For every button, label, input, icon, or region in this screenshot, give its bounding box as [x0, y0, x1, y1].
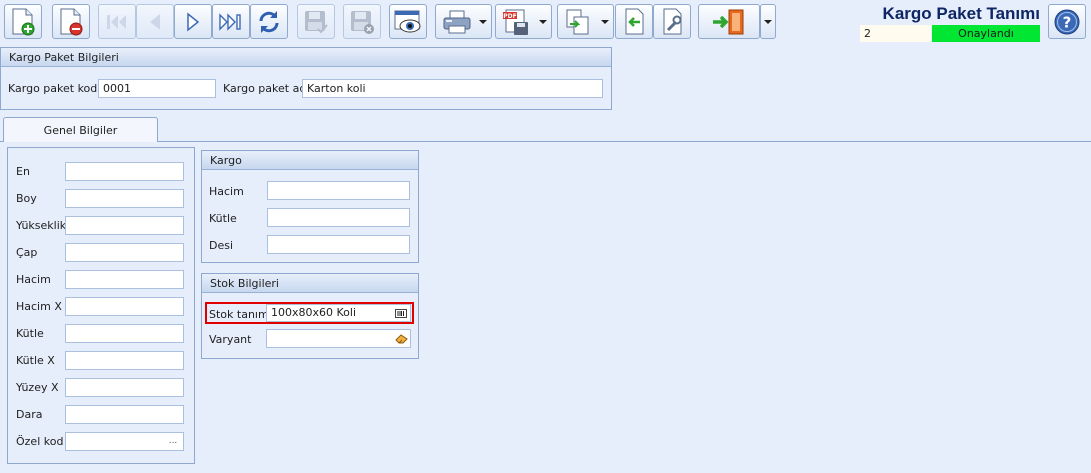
- dimension-label: Hacim: [16, 273, 51, 286]
- previous-record-button[interactable]: [136, 4, 174, 39]
- cargo-desi-label: Desi: [209, 239, 234, 252]
- cargo-group: Kargo Hacim Kütle Desi: [201, 150, 419, 263]
- dimension-label: En: [16, 165, 30, 178]
- volume-x-input[interactable]: [65, 297, 184, 316]
- previous-record-icon: [150, 13, 160, 30]
- header-block: Kargo Paket Tanımı 2 Onaylandı: [860, 4, 1040, 42]
- chevron-down-icon: [764, 20, 772, 24]
- tools-button[interactable]: [653, 4, 691, 39]
- stock-definition-label: Stok tanımı: [209, 308, 272, 321]
- copy-documents-icon: [566, 9, 589, 34]
- dimension-label: Kütle: [16, 327, 44, 340]
- refresh-icon: [259, 10, 279, 33]
- surface-x-input[interactable]: [65, 378, 184, 397]
- dimension-label: Hacim X: [16, 300, 62, 313]
- stock-definition-value: 100x80x60 Koli: [271, 306, 357, 319]
- tab-active-gap: [4, 141, 157, 142]
- toolbar: PDF Kargo Paket Tanımı 2 Onaylandı ?: [0, 0, 1091, 44]
- variant-input[interactable]: [266, 329, 411, 348]
- print-button[interactable]: [435, 4, 492, 39]
- exit-options-dropdown[interactable]: [760, 4, 776, 39]
- height-input[interactable]: [65, 216, 184, 235]
- cargo-mass-input[interactable]: [267, 208, 410, 227]
- copy-button[interactable]: [557, 4, 614, 39]
- new-document-plus-icon: [12, 8, 35, 35]
- page-title: Kargo Paket Tanımı: [882, 4, 1040, 23]
- tab-general[interactable]: Genel Bilgiler: [3, 117, 158, 142]
- dimensions-panel: En Boy Yükseklik Çap Hacim Hacim X Kütle…: [7, 147, 195, 464]
- dimension-label: Özel kod: [16, 435, 64, 448]
- width-input[interactable]: [65, 162, 184, 181]
- first-record-icon: [107, 14, 126, 29]
- variant-clear-button[interactable]: [394, 332, 408, 345]
- record-number: 2: [860, 25, 931, 42]
- package-info-header: Kargo Paket Bilgileri: [1, 48, 611, 67]
- pdf-export-button[interactable]: PDF: [495, 4, 552, 39]
- package-info-group: Kargo Paket Bilgileri Kargo paket kodu 0…: [0, 47, 612, 110]
- floppy-cancel-icon: [351, 10, 374, 34]
- cargo-desi-input[interactable]: [267, 235, 410, 254]
- stock-definition-input[interactable]: 100x80x60 Koli: [266, 304, 411, 322]
- back-document-button[interactable]: [615, 4, 653, 39]
- barcode-icon: [395, 309, 407, 318]
- tare-input[interactable]: [65, 405, 184, 424]
- new-record-button[interactable]: [4, 4, 42, 39]
- tab-strip-line: [0, 141, 1091, 142]
- next-record-button[interactable]: [174, 4, 212, 39]
- cargo-mass-label: Kütle: [209, 212, 237, 225]
- floppy-check-icon: [305, 10, 328, 33]
- eraser-icon: [394, 334, 408, 344]
- help-button[interactable]: ?: [1048, 4, 1086, 39]
- diameter-input[interactable]: [65, 243, 184, 262]
- package-code-input[interactable]: 0001: [98, 79, 216, 98]
- refresh-button[interactable]: [250, 4, 288, 39]
- document-wrench-icon: [663, 8, 682, 34]
- cargo-volume-label: Hacim: [209, 185, 244, 198]
- first-record-button[interactable]: [98, 4, 136, 39]
- chevron-down-icon: [539, 20, 547, 24]
- variant-label: Varyant: [209, 333, 252, 346]
- exit-door-icon: [713, 9, 744, 34]
- delete-record-button[interactable]: [52, 4, 90, 39]
- mass-x-input[interactable]: [65, 351, 184, 370]
- dimension-label: Yüzey X: [16, 381, 59, 394]
- next-record-icon: [187, 11, 200, 32]
- dimension-label: Çap: [16, 246, 38, 259]
- save-button[interactable]: [297, 4, 335, 39]
- special-code-input[interactable]: ...: [65, 432, 184, 451]
- dimension-label: Kütle X: [16, 354, 55, 367]
- status-badge: Onaylandı: [932, 25, 1040, 42]
- mass-input[interactable]: [65, 324, 184, 343]
- last-record-button[interactable]: [212, 4, 250, 39]
- volume-input[interactable]: [65, 270, 184, 289]
- eye-window-icon: [394, 10, 421, 32]
- ellipsis-button[interactable]: ...: [166, 434, 180, 447]
- preview-button[interactable]: [389, 4, 427, 39]
- chevron-down-icon: [601, 20, 609, 24]
- stock-header: Stok Bilgileri: [202, 274, 418, 293]
- chevron-down-icon: [479, 20, 487, 24]
- dimension-label: Yükseklik: [16, 219, 67, 232]
- help-question-icon: ?: [1054, 9, 1080, 34]
- last-record-icon: [219, 12, 241, 31]
- printer-icon: [443, 10, 471, 33]
- dimension-label: Boy: [16, 192, 37, 205]
- document-minus-icon: [60, 8, 83, 35]
- exit-button[interactable]: [698, 4, 760, 39]
- pdf-label: PDF: [503, 13, 516, 20]
- save-delete-button[interactable]: [343, 4, 381, 39]
- svg-text:?: ?: [1063, 13, 1072, 31]
- dimension-label: Dara: [16, 408, 43, 421]
- document-back-icon: [625, 8, 644, 34]
- stock-group: Stok Bilgileri Stok tanımı 100x80x60 Kol…: [201, 273, 419, 359]
- pdf-save-icon: PDF: [503, 9, 528, 35]
- package-name-input[interactable]: Karton koli: [302, 79, 603, 98]
- length-input[interactable]: [65, 189, 184, 208]
- cargo-volume-input[interactable]: [267, 181, 410, 200]
- cargo-header: Kargo: [202, 151, 418, 170]
- package-name-label: Kargo paket adı: [223, 82, 310, 95]
- package-code-label: Kargo paket kodu: [8, 82, 105, 95]
- stock-lookup-button[interactable]: [394, 307, 408, 320]
